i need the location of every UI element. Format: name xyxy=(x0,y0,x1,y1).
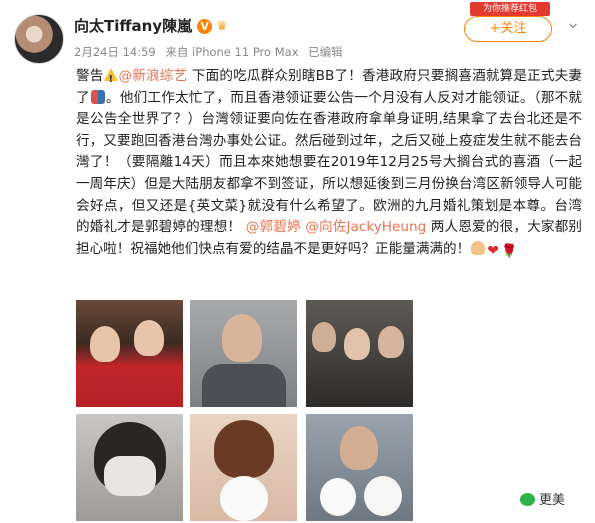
post-meta: 2月24日 14:59 来自 iPhone 11 Pro Max 已编辑 xyxy=(74,44,349,60)
watermark: 更美 xyxy=(520,489,565,508)
promo-banner[interactable]: 为你推荐红包 xyxy=(470,2,550,16)
photo-man-gesturing[interactable] xyxy=(190,300,297,407)
mention-guobiting[interactable]: @郭碧婷 xyxy=(246,219,301,235)
crown-icon: ♛ xyxy=(216,19,228,34)
photo-couple-red-sweaters[interactable] xyxy=(76,300,183,407)
follow-button[interactable]: +关注 xyxy=(464,16,552,42)
watermark-text: 更美 xyxy=(539,493,566,508)
post-date: 2月24日 14:59 xyxy=(74,45,156,59)
heart-emoji-icon: ❤ xyxy=(487,242,499,259)
post-edited[interactable]: 已编辑 xyxy=(308,45,343,59)
author-row: 向太Tiffany陳嵐 V ♛ xyxy=(74,15,232,36)
author-name[interactable]: 向太Tiffany陳嵐 xyxy=(74,17,192,35)
post-header: 向太Tiffany陳嵐 V ♛ 2月24日 14:59 来自 iPhone 11 P… xyxy=(0,0,595,70)
photo-woman-with-dog[interactable] xyxy=(190,414,297,521)
mention-xiangzuo[interactable]: @向佐JackyHeung xyxy=(305,219,426,235)
wechat-icon xyxy=(520,493,535,506)
mention-xinlang[interactable]: @新浪综艺 xyxy=(119,68,188,84)
verified-icon: V xyxy=(197,19,213,34)
avatar[interactable] xyxy=(14,14,64,64)
post-text-part: 。他们工作太忙了，而且香港领证要公告一个月没有人反对才能领证。（那不就是公告全世… xyxy=(76,89,583,236)
rose-emoji-icon: 🌹 xyxy=(500,243,518,259)
post-text: 警告@新浪综艺 下面的吃瓜群众别瞎BB了！香港政府只要搁喜酒就算是正式夫妻了。他… xyxy=(76,66,582,260)
photo-three-friends[interactable] xyxy=(306,300,413,407)
post-source: 来自 iPhone 11 Pro Max xyxy=(165,45,299,59)
pray-emoji-icon xyxy=(471,240,486,255)
chevron-down-icon[interactable]: ⌄ xyxy=(562,12,584,34)
warning-icon xyxy=(103,68,119,91)
post-text-part: 警告 xyxy=(76,68,104,84)
couple-emoji-icon xyxy=(90,89,105,104)
photo-masked-woman[interactable] xyxy=(76,414,183,521)
photo-man-with-dogs[interactable] xyxy=(306,414,413,521)
